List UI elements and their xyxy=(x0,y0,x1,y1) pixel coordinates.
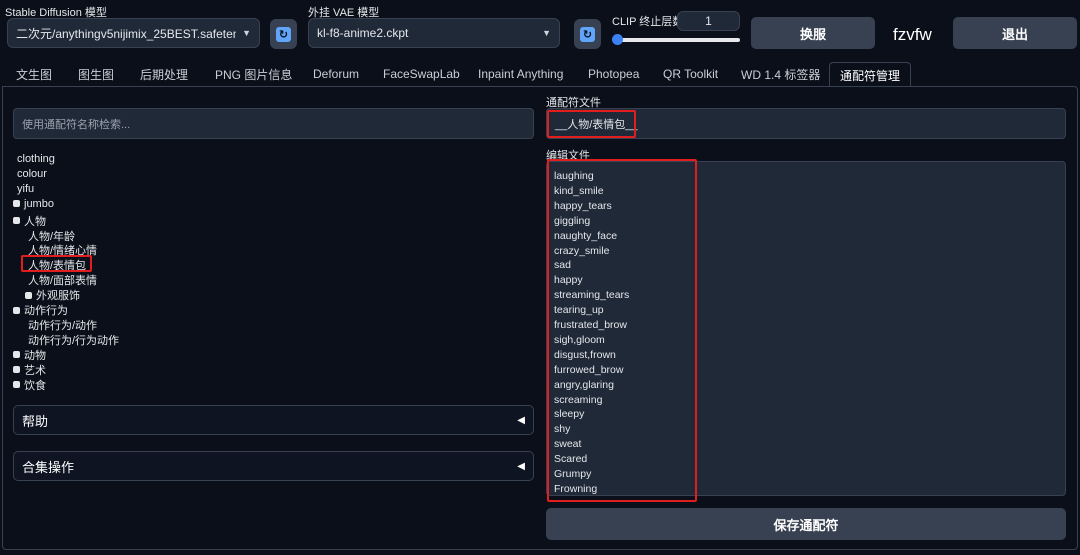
tree-item-label: jumbo xyxy=(24,197,54,210)
tree-item-label: 人物/面部表情 xyxy=(28,275,98,288)
tree-item-label: 动作行为 xyxy=(24,305,68,317)
tree-item-label: 艺术 xyxy=(24,364,46,377)
tree-item[interactable]: 动物 xyxy=(13,347,46,363)
folder-bullet-icon xyxy=(13,381,20,388)
clip-value: 1 xyxy=(705,14,712,28)
chevron-down-icon: ▼ xyxy=(242,28,251,38)
tree-item-label: colour xyxy=(17,167,47,180)
refresh-icon: ↻ xyxy=(276,26,291,42)
tree-item[interactable]: 动作行为/行为动作 xyxy=(28,332,119,348)
vae-value: kl-f8-anime2.ckpt xyxy=(317,26,409,40)
tree-item[interactable]: 动作行为/动作 xyxy=(28,317,97,333)
tree-item[interactable]: colour xyxy=(17,168,47,180)
highlight-box-tree-item xyxy=(21,255,92,272)
tab-photopea[interactable]: Photopea xyxy=(588,62,639,86)
tree-item-label: 饮食 xyxy=(24,379,46,392)
folder-bullet-icon xyxy=(13,366,20,374)
tree-item[interactable]: 饮食 xyxy=(13,377,46,393)
tab-qr-toolkit[interactable]: QR Toolkit xyxy=(663,62,718,86)
refresh-icon: ↻ xyxy=(580,26,595,42)
tree-item[interactable]: clothing xyxy=(17,153,55,165)
tree-item-label: 人物/年龄 xyxy=(28,230,76,243)
wildcard-search-input[interactable]: 使用通配符名称检索... xyxy=(13,108,534,139)
tree-item[interactable]: 人物 xyxy=(13,213,46,229)
tab-txt2img[interactable]: 文生图 xyxy=(16,62,52,86)
swap-button[interactable]: 换服 xyxy=(751,17,875,49)
tab-wd14-tagger[interactable]: WD 1.4 标签器 xyxy=(741,62,820,86)
highlight-box-file-field xyxy=(547,110,636,138)
tree-item-label: 动作行为/行为动作 xyxy=(28,334,120,347)
clip-slider-handle[interactable] xyxy=(612,34,623,45)
folder-bullet-icon xyxy=(13,306,20,314)
tree-item-label: 外观服饰 xyxy=(36,290,80,303)
tree-item-label: clothing xyxy=(17,153,55,165)
sd-model-value: 二次元/anythingv5nijimix_25BEST.safetensors… xyxy=(16,26,236,41)
help-label: 帮助 xyxy=(22,413,49,429)
tree-item-label: 人物 xyxy=(24,215,46,228)
triangle-left-icon: ◀ xyxy=(517,460,525,472)
folder-bullet-icon xyxy=(13,200,20,208)
search-placeholder: 使用通配符名称检索... xyxy=(22,118,131,131)
tree-item[interactable]: yifu xyxy=(17,183,34,195)
tree-item[interactable]: 外观服饰 xyxy=(25,287,80,303)
tab-faceswaplab[interactable]: FaceSwapLab xyxy=(383,62,460,86)
chevron-down-icon: ▼ xyxy=(542,28,551,38)
save-wildcard-button[interactable]: 保存通配符 xyxy=(546,508,1066,540)
logout-button[interactable]: 退出 xyxy=(953,17,1077,49)
tab-extras[interactable]: 后期处理 xyxy=(140,62,188,86)
clip-number-input[interactable]: 1 xyxy=(677,11,740,31)
tree-item-label: 动作行为/动作 xyxy=(28,319,98,332)
tab-deforum[interactable]: Deforum xyxy=(313,62,359,86)
collection-accordion[interactable]: 合集操作 ◀ xyxy=(13,451,534,481)
tab-bar: 文生图 图生图 后期处理 PNG 图片信息 Deforum FaceSwapLa… xyxy=(0,62,1080,87)
refresh-sd-model-button[interactable]: ↻ xyxy=(270,19,297,49)
folder-bullet-icon xyxy=(25,291,32,299)
tab-png-info[interactable]: PNG 图片信息 xyxy=(215,62,292,86)
tree-item[interactable]: 人物/年龄 xyxy=(28,228,75,244)
triangle-left-icon: ◀ xyxy=(517,414,525,426)
folder-bullet-icon xyxy=(13,217,20,225)
clip-label: CLIP 终止层数 xyxy=(612,16,684,28)
collection-label: 合集操作 xyxy=(22,459,75,475)
tree-item-label: yifu xyxy=(17,182,35,195)
tree-item-label: 动物 xyxy=(24,349,46,362)
tab-img2img[interactable]: 图生图 xyxy=(78,62,114,86)
sd-model-select[interactable]: 二次元/anythingv5nijimix_25BEST.safetensors… xyxy=(7,18,260,48)
tree-item[interactable]: jumbo xyxy=(13,198,54,210)
tab-wildcard-manager[interactable]: 通配符管理 xyxy=(829,62,912,87)
tab-inpaint-anything[interactable]: Inpaint Anything xyxy=(478,62,563,86)
clip-slider-track[interactable] xyxy=(616,38,740,42)
tree-item[interactable]: 动作行为 xyxy=(13,302,68,318)
folder-bullet-icon xyxy=(13,351,20,359)
highlight-box-editor xyxy=(547,159,697,502)
help-accordion[interactable]: 帮助 ◀ xyxy=(13,405,534,435)
refresh-vae-button[interactable]: ↻ xyxy=(574,19,601,49)
username: fzvfw xyxy=(893,25,932,44)
tree-item[interactable]: 人物/面部表情 xyxy=(28,272,97,288)
tree-item[interactable]: 艺术 xyxy=(13,362,46,378)
vae-select[interactable]: kl-f8-anime2.ckpt ▼ xyxy=(308,18,560,48)
